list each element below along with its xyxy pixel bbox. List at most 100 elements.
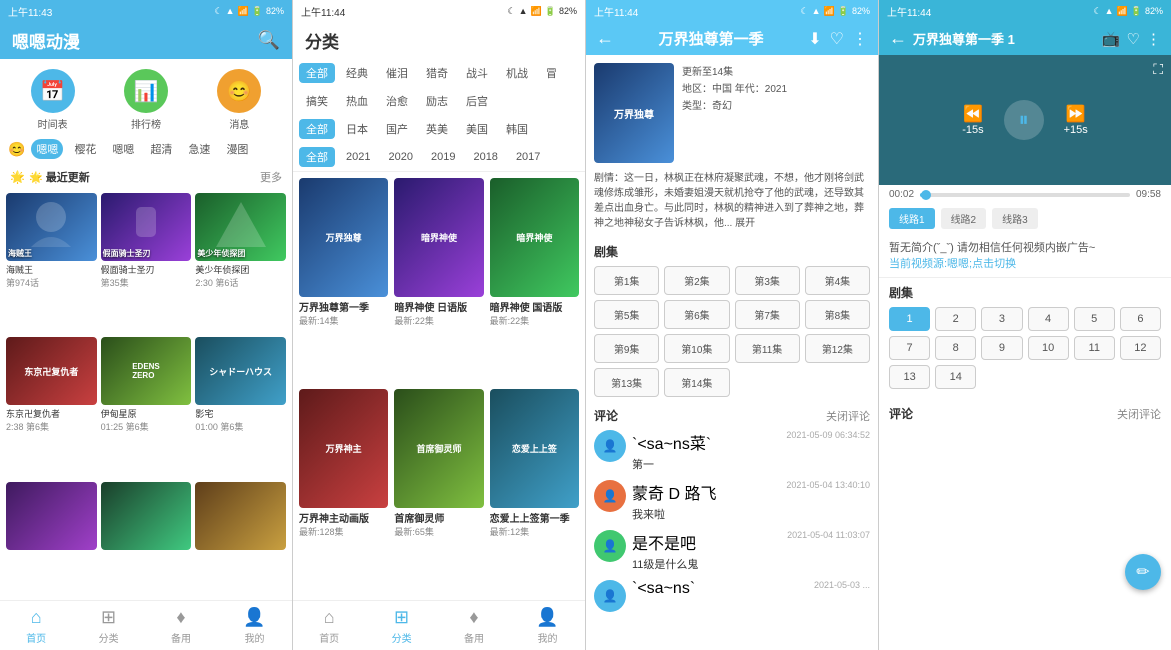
filter-fight[interactable]: 战斗: [459, 63, 495, 83]
episode-btn[interactable]: 第1集: [594, 266, 659, 295]
more-button[interactable]: 更多: [260, 169, 282, 185]
more-icon-p4[interactable]: ⋮: [1146, 30, 1161, 48]
ad-link[interactable]: 当前视频源:嗯嗯;点击切换: [889, 255, 1161, 271]
filter-classic[interactable]: 经典: [339, 63, 375, 83]
episode-btn-7[interactable]: 7: [889, 336, 930, 360]
episode-btn[interactable]: 第13集: [594, 368, 659, 397]
filter-2018[interactable]: 2018: [466, 149, 504, 165]
episode-btn[interactable]: 第9集: [594, 334, 659, 363]
episode-btn[interactable]: 第14集: [664, 368, 729, 397]
episode-btn[interactable]: 第3集: [735, 266, 800, 295]
episode-btn[interactable]: 第10集: [664, 334, 729, 363]
episode-btn-9[interactable]: 9: [981, 336, 1022, 360]
filter-heal[interactable]: 治愈: [379, 91, 415, 111]
filter-domestic[interactable]: 国产: [379, 119, 415, 139]
episode-btn-14[interactable]: 14: [935, 365, 976, 389]
episode-btn[interactable]: 第2集: [664, 266, 729, 295]
filter-hunt[interactable]: 猎奇: [419, 63, 455, 83]
list-item[interactable]: 首席御灵师 首席御灵师 最新:65集: [394, 389, 483, 594]
filter-korea[interactable]: 韩国: [499, 119, 535, 139]
filter-harem[interactable]: 后宫: [459, 91, 495, 111]
nav-tools-p2[interactable]: ♦ 备用: [464, 607, 484, 645]
list-item[interactable]: 东京卍复仇者 东京卍复仇者 2:38 第6集: [6, 337, 97, 477]
list-item[interactable]: 恋爱上上签 恋爱上上签第一季 最新:12集: [490, 389, 579, 594]
list-item[interactable]: シャドーハウス 影宅 01:00 第6集: [195, 337, 286, 477]
nav-profile-p2[interactable]: 👤 我的: [536, 607, 558, 645]
nav-category-p2[interactable]: ⊞ 分类: [392, 607, 412, 645]
list-item[interactable]: 假面骑士圣刃 假面骑士圣刃 第35集: [101, 193, 192, 333]
tag-enen[interactable]: 嗯嗯: [31, 139, 63, 159]
nav-category[interactable]: ⊞ 分类: [99, 607, 119, 645]
episode-btn-2[interactable]: 2: [935, 307, 976, 331]
list-item[interactable]: [195, 482, 286, 596]
list-item[interactable]: 美少年侦探团 美少年侦探团 2:30 第6话: [195, 193, 286, 333]
list-item[interactable]: 万界神主 万界神主动画版 最新:128集: [299, 389, 388, 594]
filter-2017[interactable]: 2017: [509, 149, 547, 165]
filter-2019[interactable]: 2019: [424, 149, 462, 165]
filter-japan[interactable]: 日本: [339, 119, 375, 139]
filter-more1[interactable]: 冒: [539, 63, 564, 83]
filter-inspire[interactable]: 励志: [419, 91, 455, 111]
edit-fab[interactable]: ✏: [1125, 554, 1161, 590]
ranking-button[interactable]: 📊 排行榜: [124, 69, 168, 131]
fullscreen-icon[interactable]: ⛶: [1153, 61, 1163, 78]
nav-tools[interactable]: ♦ 备用: [171, 607, 191, 645]
tag-hd[interactable]: 超清: [145, 139, 177, 159]
filter-engus[interactable]: 英美: [419, 119, 455, 139]
favorite-icon[interactable]: ♡: [830, 29, 844, 49]
play-pause-button[interactable]: ⏸: [1004, 100, 1044, 140]
source-btn-1[interactable]: 线路1: [889, 208, 935, 229]
episode-btn[interactable]: 第11集: [735, 334, 800, 363]
more-icon[interactable]: ⋮: [852, 29, 868, 49]
source-btn-3[interactable]: 线路3: [992, 208, 1038, 229]
list-item[interactable]: 海贼王 海贼王 第974话: [6, 193, 97, 333]
episode-btn-13[interactable]: 13: [889, 365, 930, 389]
episode-btn-12[interactable]: 12: [1120, 336, 1161, 360]
filter-comedy[interactable]: 搞笑: [299, 91, 335, 111]
filter-all-region[interactable]: 全部: [299, 119, 335, 139]
list-item[interactable]: 暗界神使 暗界神使 国语版 最新:22集: [490, 178, 579, 383]
list-item[interactable]: [101, 482, 192, 596]
list-item[interactable]: 暗界神使 暗界神使 日语版 最新:22集: [394, 178, 483, 383]
timetable-button[interactable]: 📅 时间表: [31, 69, 75, 131]
episode-btn[interactable]: 第7集: [735, 300, 800, 329]
tv-icon[interactable]: 📺: [1102, 30, 1121, 48]
episode-btn-5[interactable]: 5: [1074, 307, 1115, 331]
filter-all-genre[interactable]: 全部: [299, 63, 335, 83]
messages-button[interactable]: 😊 消息: [217, 69, 261, 131]
tag-sakura[interactable]: 樱花: [69, 139, 101, 159]
skip-forward-button[interactable]: ⏩ +15s: [1064, 104, 1088, 136]
tag-comic[interactable]: 漫图: [221, 139, 253, 159]
list-item[interactable]: EDENSZERO 伊甸星原 01:25 第6集: [101, 337, 192, 477]
episode-btn-1[interactable]: 1: [889, 307, 930, 331]
tag-enen2[interactable]: 嗯嗯: [107, 139, 139, 159]
filter-tear[interactable]: 催泪: [379, 63, 415, 83]
list-item[interactable]: [6, 482, 97, 596]
nav-profile[interactable]: 👤 我的: [243, 607, 265, 645]
close-comments-btn-p4[interactable]: 关闭评论: [1117, 406, 1161, 422]
back-button[interactable]: ←: [596, 28, 614, 49]
progress-bar[interactable]: [920, 193, 1130, 197]
episode-btn-8[interactable]: 8: [935, 336, 976, 360]
nav-home[interactable]: ⌂ 首页: [26, 607, 46, 645]
filter-2020[interactable]: 2020: [381, 149, 419, 165]
skip-back-button[interactable]: ⏪ -15s: [962, 104, 983, 136]
filter-2021[interactable]: 2021: [339, 149, 377, 165]
nav-home-p2[interactable]: ⌂ 首页: [319, 607, 339, 645]
download-icon[interactable]: ⬇: [808, 29, 821, 49]
episode-btn-4[interactable]: 4: [1028, 307, 1069, 331]
favorite-icon-p4[interactable]: ♡: [1127, 30, 1140, 48]
episode-btn-11[interactable]: 11: [1074, 336, 1115, 360]
search-icon[interactable]: 🔍: [258, 30, 280, 51]
episode-btn[interactable]: 第8集: [805, 300, 870, 329]
episode-btn-3[interactable]: 3: [981, 307, 1022, 331]
close-comments-button[interactable]: 关闭评论: [826, 408, 870, 424]
episode-btn[interactable]: 第6集: [664, 300, 729, 329]
tag-fast[interactable]: 急速: [183, 139, 215, 159]
back-button-p4[interactable]: ←: [889, 28, 907, 49]
episode-btn-10[interactable]: 10: [1028, 336, 1069, 360]
filter-all-year[interactable]: 全部: [299, 147, 335, 167]
episode-btn[interactable]: 第4集: [805, 266, 870, 295]
source-btn-2[interactable]: 线路2: [941, 208, 987, 229]
filter-hot[interactable]: 热血: [339, 91, 375, 111]
